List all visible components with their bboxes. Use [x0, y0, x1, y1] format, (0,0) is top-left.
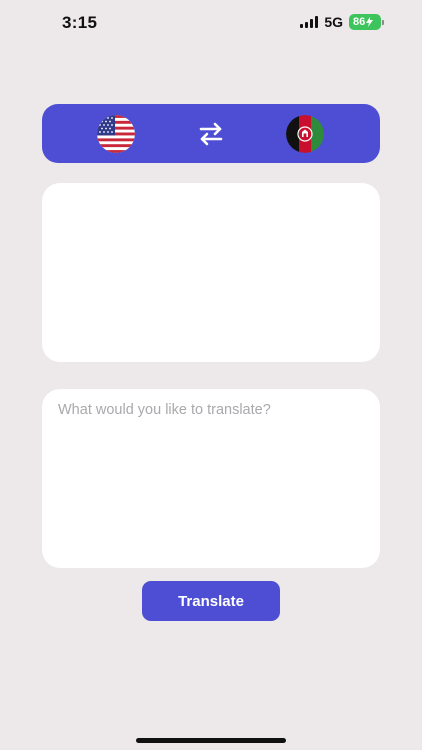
language-selector-bar: [42, 104, 380, 163]
status-indicators: 5G 86: [300, 14, 384, 30]
input-box: [42, 389, 380, 568]
bolt-icon: [366, 17, 374, 27]
battery-icon: 86: [349, 14, 384, 30]
afghanistan-flag-icon: [286, 115, 324, 153]
translate-input[interactable]: [42, 389, 380, 568]
network-type: 5G: [324, 14, 343, 30]
signal-strength-icon: [300, 16, 319, 28]
status-bar: 3:15 5G 86: [0, 0, 422, 46]
battery-level: 86: [353, 16, 366, 28]
translate-button[interactable]: Translate: [142, 581, 280, 621]
target-language-button[interactable]: [286, 115, 324, 153]
home-indicator[interactable]: [136, 738, 286, 743]
translation-output-box: [42, 183, 380, 362]
swap-arrows-icon: [199, 122, 223, 146]
swap-languages-button[interactable]: [197, 121, 225, 147]
source-language-button[interactable]: [97, 115, 135, 153]
status-time: 3:15: [62, 13, 98, 32]
us-flag-icon: [97, 115, 135, 153]
